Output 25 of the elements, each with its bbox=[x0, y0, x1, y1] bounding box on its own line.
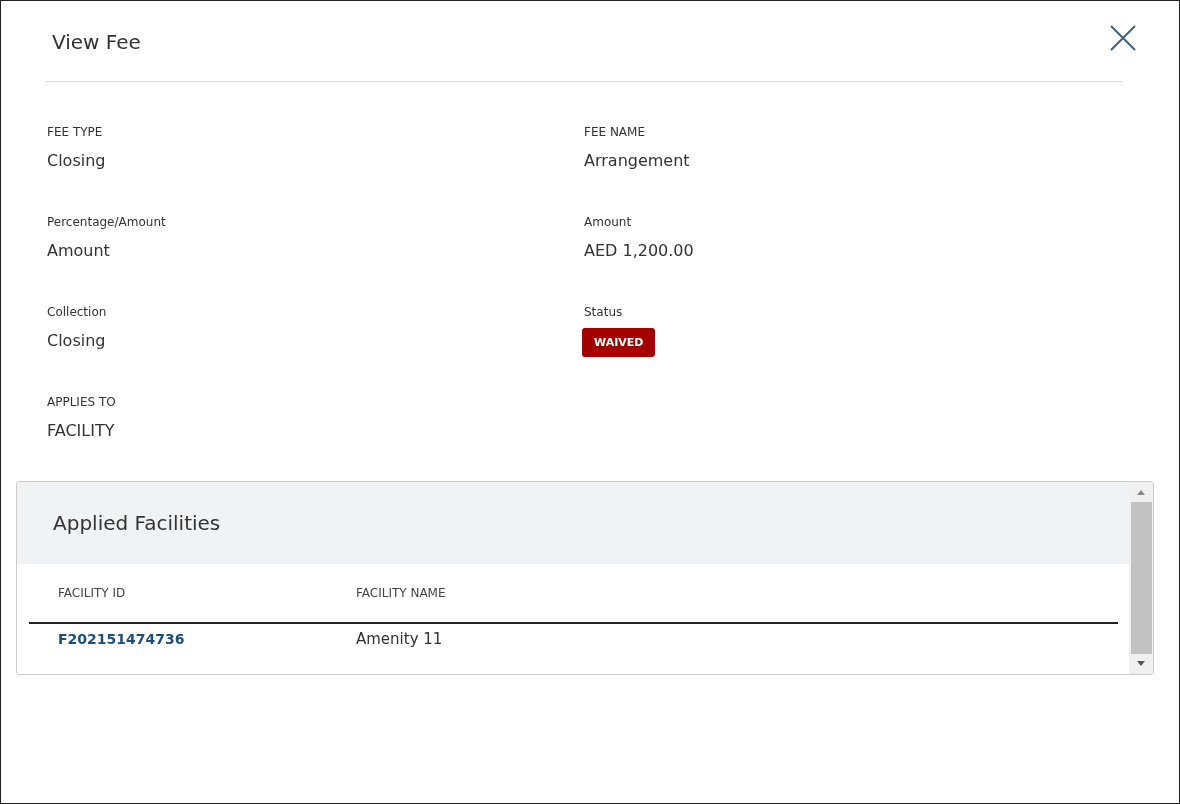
field-value: Amount bbox=[47, 241, 111, 260]
field-label: Collection bbox=[47, 305, 108, 319]
table-cell: Amenity 11 bbox=[356, 630, 443, 648]
field-label: Status bbox=[584, 305, 624, 319]
close-icon[interactable] bbox=[1109, 24, 1137, 52]
scroll-up-icon[interactable] bbox=[1136, 488, 1146, 496]
column-header: FACILITY NAME bbox=[356, 586, 446, 600]
column-header: FACILITY ID bbox=[57, 586, 127, 600]
field-label: Percentage/Amount bbox=[47, 215, 167, 229]
scrollbar[interactable] bbox=[1129, 482, 1153, 674]
panel-title: Applied Facilities bbox=[53, 511, 221, 535]
field-value: Closing bbox=[47, 331, 107, 350]
field-value: AED 1,200.00 bbox=[584, 241, 695, 260]
field-label: FEE TYPE bbox=[47, 125, 104, 139]
field-value: Arrangement bbox=[584, 151, 691, 170]
field-label: FEE NAME bbox=[584, 125, 646, 139]
field-label: APPLIES TO bbox=[47, 395, 117, 409]
scroll-thumb[interactable] bbox=[1130, 502, 1152, 654]
field-label: Amount bbox=[584, 215, 633, 229]
facility-id-link[interactable]: F202151474736 bbox=[58, 631, 185, 647]
dialog-title: View Fee bbox=[51, 30, 141, 54]
field-value: FACILITY bbox=[47, 421, 116, 440]
field-value: Closing bbox=[47, 151, 107, 170]
scroll-down-icon[interactable] bbox=[1136, 660, 1146, 668]
status-badge: WAIVED bbox=[582, 328, 656, 357]
